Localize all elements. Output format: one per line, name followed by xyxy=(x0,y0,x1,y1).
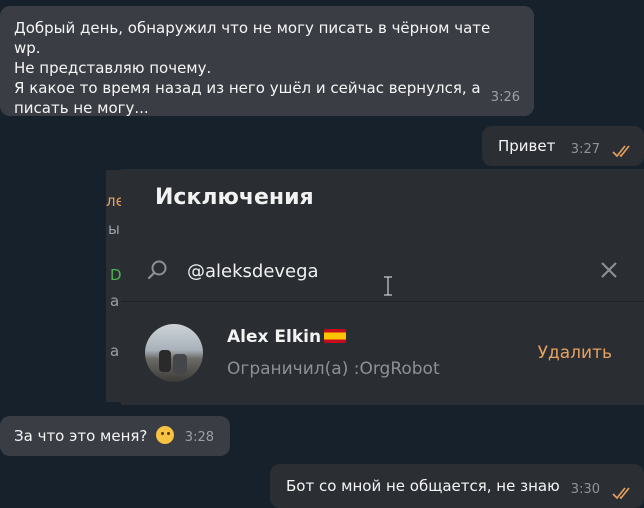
search-icon xyxy=(147,260,167,280)
exceptions-dialog: Исключения Alex Elkin Ограничил(а) :OrgR… xyxy=(121,169,644,405)
message-text: Привет xyxy=(498,137,556,155)
user-status: Ограничил(а) :OrgRobot xyxy=(227,359,440,379)
background-text: а xyxy=(110,342,120,360)
spain-flag-icon xyxy=(324,329,347,343)
background-text: ы xyxy=(108,220,120,238)
message-time: 3:28 xyxy=(184,430,214,445)
double-check-icon xyxy=(612,487,630,500)
avatar xyxy=(145,324,203,382)
message-time: 3:26 xyxy=(490,90,520,105)
thinking-face-emoji xyxy=(156,426,175,444)
message-time: 3:27 xyxy=(570,142,600,157)
remove-button[interactable]: Удалить xyxy=(538,343,612,363)
message-text: Добрый день, обнаружил что не могу писат… xyxy=(14,19,491,117)
message-outgoing[interactable]: Бот со мной не общается, не знаю 3:30 xyxy=(270,464,644,508)
search-input[interactable] xyxy=(185,256,489,286)
background-text: а xyxy=(110,292,120,310)
message-text: За что это меня? xyxy=(14,427,148,445)
dialog-title: Исключения xyxy=(155,185,314,210)
divider xyxy=(121,301,644,302)
double-check-icon xyxy=(612,145,630,158)
message-incoming[interactable]: За что это меня? 3:28 xyxy=(0,416,230,456)
message-incoming[interactable]: Добрый день, обнаружил что не могу писат… xyxy=(0,6,534,117)
user-result-row[interactable]: Alex Elkin Ограничил(а) :OrgRobot Удалит… xyxy=(121,303,644,405)
clear-icon[interactable] xyxy=(600,261,618,279)
message-time: 3:30 xyxy=(570,482,600,497)
text-cursor-icon xyxy=(384,276,392,296)
user-name: Alex Elkin xyxy=(227,327,347,347)
user-name-text: Alex Elkin xyxy=(227,327,322,347)
background-text: D xyxy=(110,266,122,284)
message-text: Бот со мной не общается, не знаю xyxy=(286,477,560,495)
message-outgoing[interactable]: Привет 3:27 xyxy=(482,126,644,166)
